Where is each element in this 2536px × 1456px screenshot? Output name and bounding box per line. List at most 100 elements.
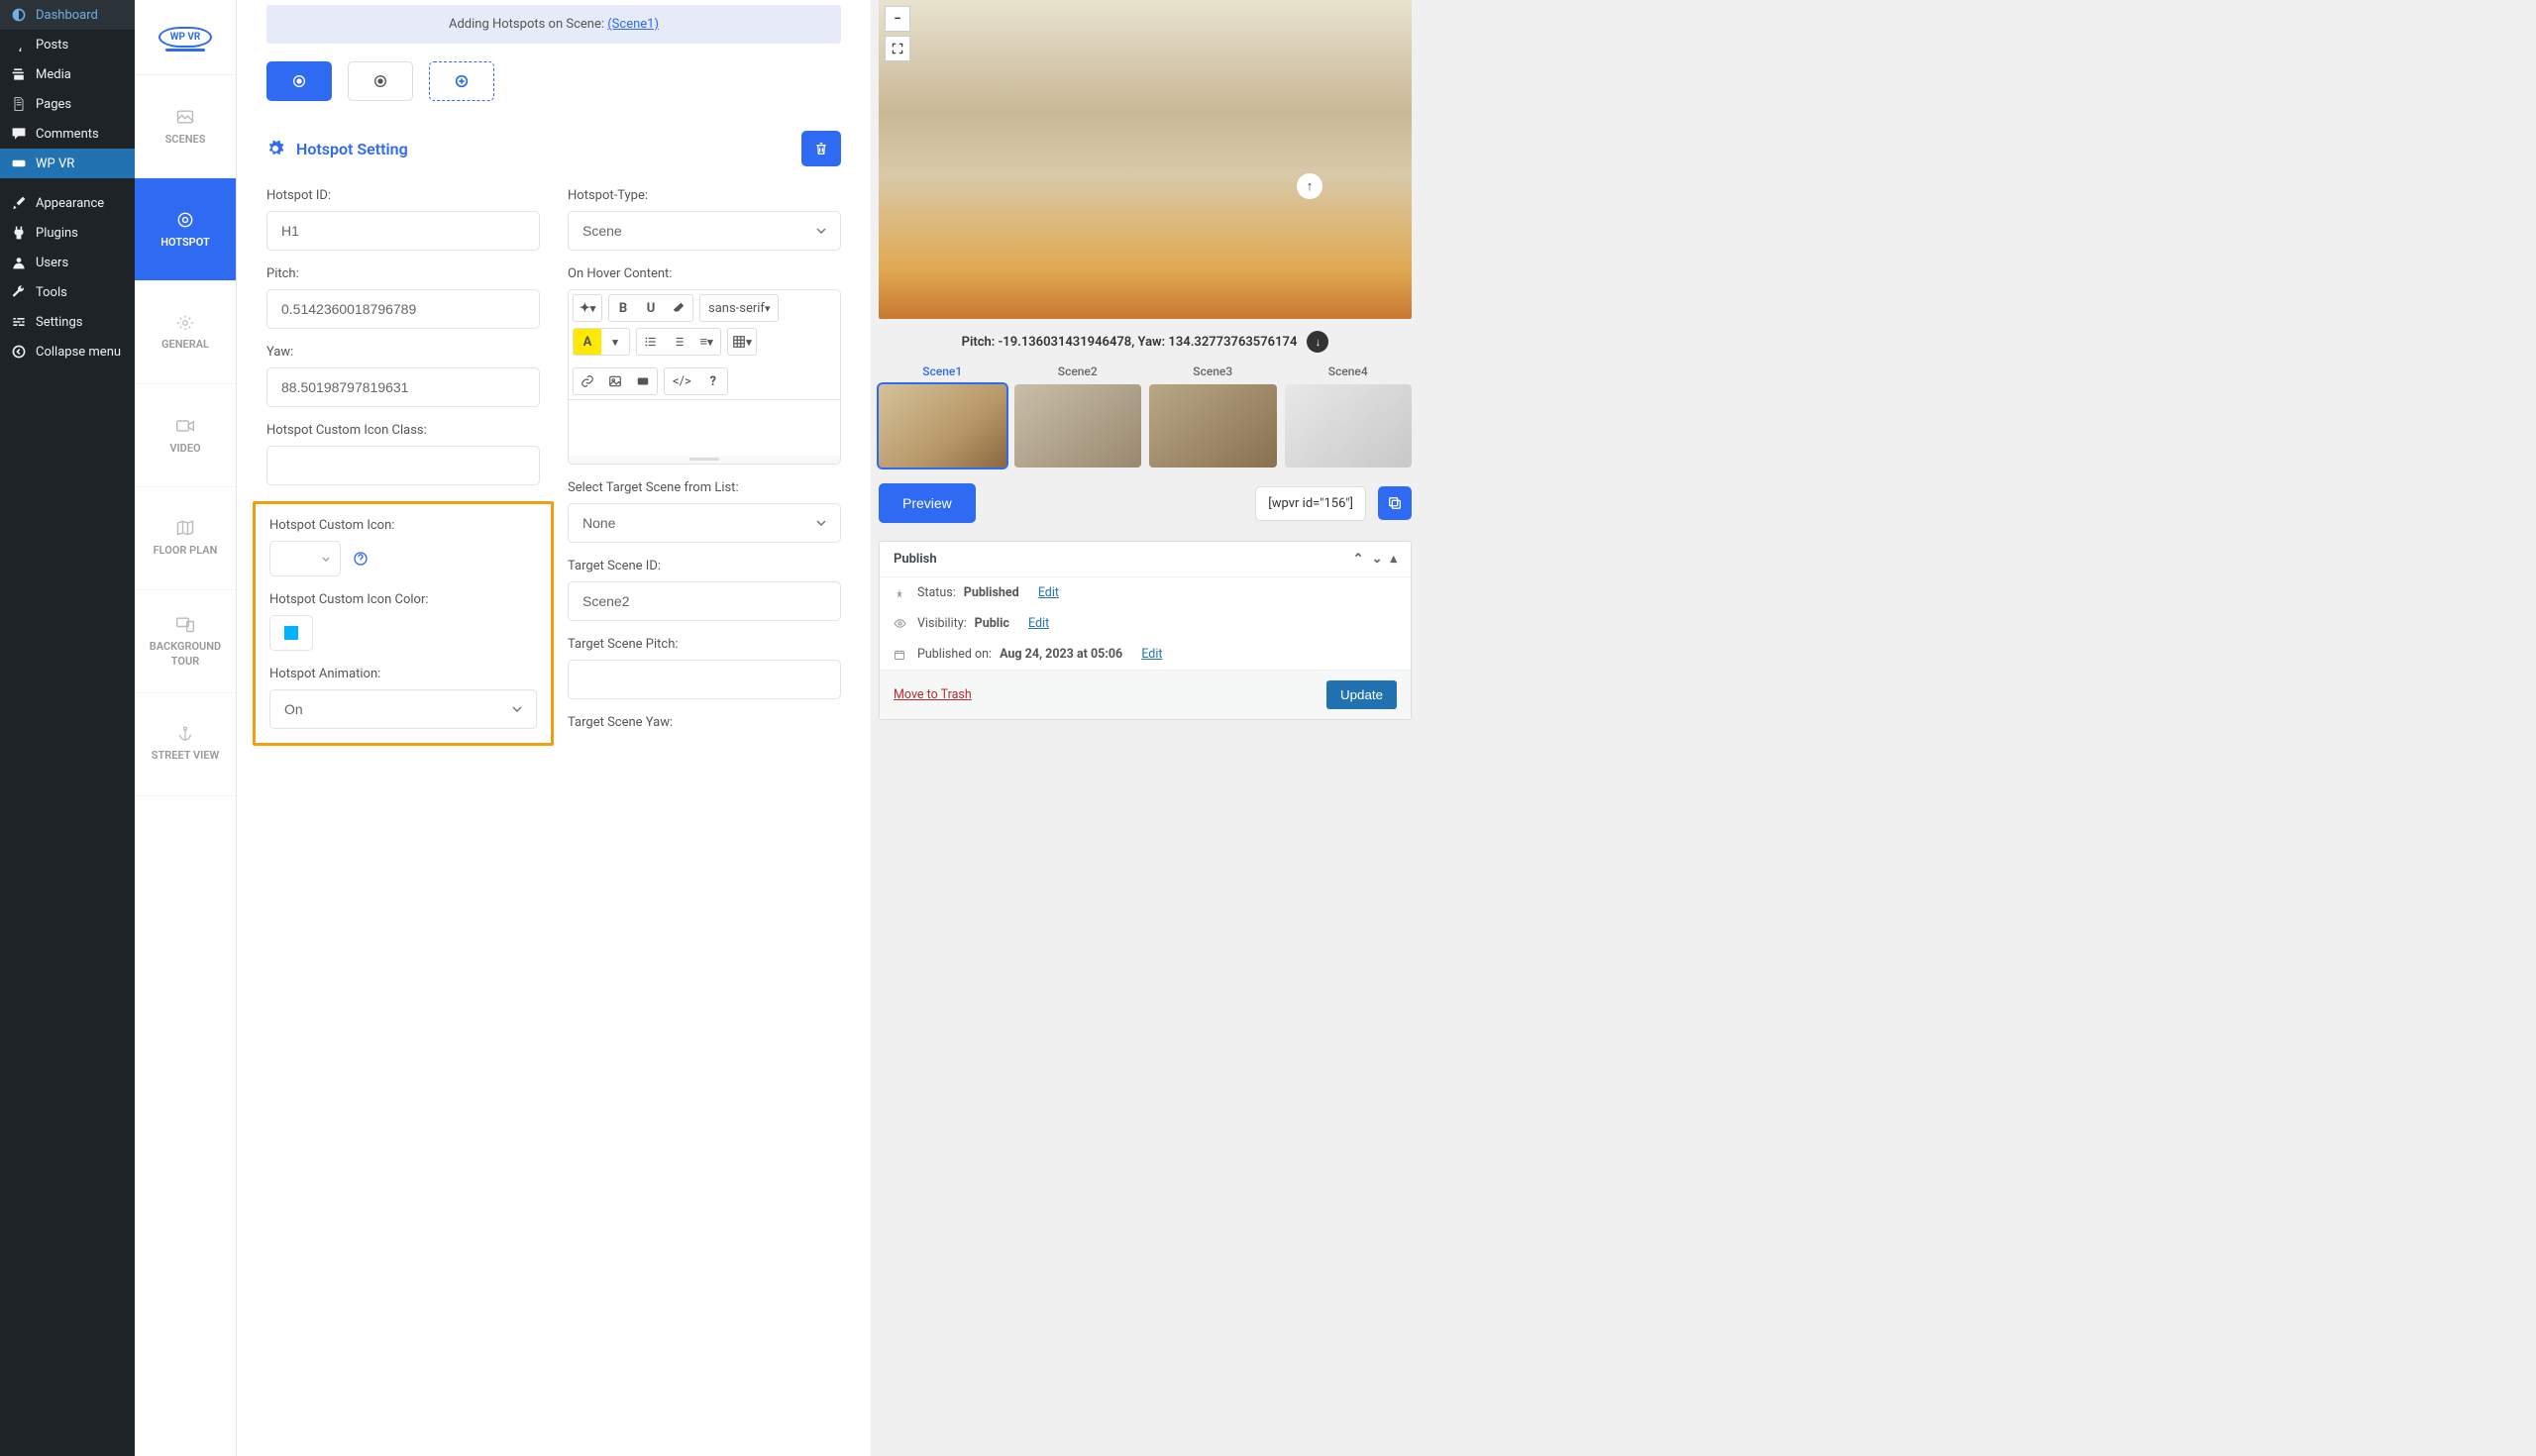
field-target-list: Select Target Scene from List: None bbox=[568, 480, 841, 543]
media-icon bbox=[10, 66, 28, 82]
calendar-icon bbox=[894, 649, 909, 661]
delete-hotspot-button[interactable] bbox=[801, 131, 841, 166]
adding-hotspots-banner: Adding Hotspots on Scene: (Scene1) bbox=[266, 5, 841, 44]
scene-coords: Pitch: -19.136031431946478, Yaw: 134.327… bbox=[879, 319, 1412, 364]
menu-settings[interactable]: Settings bbox=[0, 307, 135, 337]
field-hover-content: On Hover Content: ✦▾ BU sans-serif ▾ A▾ … bbox=[568, 266, 841, 465]
menu-tools[interactable]: Tools bbox=[0, 277, 135, 307]
edit-visibility-link[interactable]: Edit bbox=[1028, 616, 1049, 631]
field-yaw: Yaw: bbox=[266, 345, 540, 407]
menu-collapse[interactable]: Collapse menu bbox=[0, 337, 135, 366]
rte-video-button[interactable] bbox=[629, 368, 657, 394]
pin-icon bbox=[10, 37, 28, 52]
comment-icon bbox=[10, 126, 28, 142]
scene-thumbnails: Scene1 Scene2 Scene3 Scene4 bbox=[879, 364, 1412, 468]
panel-up-icon[interactable]: ⌃ bbox=[1353, 552, 1364, 567]
rte-color-caret[interactable]: ▾ bbox=[601, 329, 629, 355]
field-target-id: Target Scene ID: bbox=[568, 559, 841, 621]
scene-thumb-4[interactable]: Scene4 bbox=[1285, 364, 1413, 468]
rte-image-button[interactable] bbox=[601, 368, 629, 394]
custom-icon-dropdown[interactable] bbox=[269, 541, 341, 576]
video-icon bbox=[175, 416, 195, 436]
plug-icon bbox=[10, 225, 28, 241]
vtab-video[interactable]: VIDEO bbox=[135, 384, 236, 487]
gear-icon bbox=[266, 140, 284, 157]
field-hotspot-id: Hotspot ID: bbox=[266, 188, 540, 251]
rte-underline-button[interactable]: U bbox=[637, 295, 665, 321]
vtab-bg-tour[interactable]: BACKGROUND TOUR bbox=[135, 590, 236, 693]
hotspot-id-input[interactable] bbox=[266, 211, 540, 251]
scene-thumb-3[interactable]: Scene3 bbox=[1149, 364, 1277, 468]
vtab-street-view[interactable]: STREET VIEW bbox=[135, 693, 236, 796]
move-to-trash-link[interactable]: Move to Trash bbox=[894, 687, 972, 702]
vtab-floor-plan[interactable]: FLOOR PLAN bbox=[135, 487, 236, 590]
scene-thumb-2[interactable]: Scene2 bbox=[1014, 364, 1142, 468]
publish-heading: Publish bbox=[894, 552, 937, 567]
field-animation: Hotspot Animation: On bbox=[269, 667, 537, 729]
anchor-icon bbox=[176, 725, 194, 743]
shortcode-display: [wpvr id="156"] bbox=[1255, 486, 1366, 521]
menu-posts[interactable]: Posts bbox=[0, 30, 135, 59]
target-scene-pitch-input[interactable] bbox=[568, 660, 841, 699]
hotspot-tab-2[interactable] bbox=[348, 61, 413, 101]
field-target-yaw: Target Scene Yaw: bbox=[568, 715, 841, 738]
hotspot-tab-add[interactable] bbox=[429, 61, 494, 101]
target-scene-list-select[interactable]: None bbox=[568, 503, 841, 543]
field-hotspot-type: Hotspot-Type: Scene bbox=[568, 188, 841, 251]
panel-toggle-icon[interactable]: ▴ bbox=[1390, 552, 1397, 567]
rte-body[interactable] bbox=[569, 400, 840, 456]
scene-preview[interactable]: − ↑ bbox=[879, 0, 1412, 319]
hotspot-tab-1[interactable] bbox=[266, 61, 332, 101]
target-scene-id-input[interactable] bbox=[568, 581, 841, 621]
rte-code-button[interactable]: </> bbox=[665, 368, 699, 394]
pitch-input[interactable] bbox=[266, 289, 540, 329]
rte-eraser-button[interactable] bbox=[665, 295, 692, 321]
preview-button[interactable]: Preview bbox=[879, 483, 976, 523]
fullscreen-button[interactable] bbox=[885, 36, 910, 61]
rte-wand-icon[interactable]: ✦▾ bbox=[574, 295, 601, 321]
scene-thumb-1[interactable]: Scene1 bbox=[879, 364, 1006, 468]
download-coords-button[interactable]: ↓ bbox=[1307, 331, 1328, 353]
vtab-hotspot[interactable]: HOTSPOT bbox=[135, 178, 236, 281]
menu-users[interactable]: Users bbox=[0, 248, 135, 277]
menu-wpvr[interactable]: WP VR bbox=[0, 149, 135, 178]
rte-align-button[interactable]: ≡▾ bbox=[692, 329, 720, 355]
vtab-general[interactable]: GENERAL bbox=[135, 281, 236, 384]
rte-help-button[interactable]: ? bbox=[699, 368, 727, 394]
vr-icon bbox=[10, 156, 28, 171]
vtab-scenes[interactable]: SCENES bbox=[135, 75, 236, 178]
rte-link-button[interactable] bbox=[574, 368, 601, 394]
copy-shortcode-button[interactable] bbox=[1378, 486, 1412, 520]
field-custom-icon: Hotspot Custom Icon: bbox=[269, 518, 537, 576]
menu-pages[interactable]: Pages bbox=[0, 89, 135, 119]
panel-down-icon[interactable]: ⌄ bbox=[1372, 552, 1383, 567]
edit-status-link[interactable]: Edit bbox=[1038, 585, 1059, 600]
rte-resize-handle[interactable] bbox=[569, 456, 840, 464]
field-target-pitch: Target Scene Pitch: bbox=[568, 637, 841, 699]
rte-ol-button[interactable] bbox=[665, 329, 692, 355]
rte-bold-button[interactable]: B bbox=[609, 295, 637, 321]
rte-ul-button[interactable] bbox=[637, 329, 665, 355]
animation-select[interactable]: On bbox=[269, 689, 537, 729]
user-icon bbox=[10, 255, 28, 270]
eye-icon bbox=[894, 617, 909, 630]
publish-box: Publish ⌃⌄▴ Status: Published Edit Visib… bbox=[879, 541, 1412, 720]
edit-date-link[interactable]: Edit bbox=[1141, 647, 1162, 662]
icon-class-input[interactable] bbox=[266, 446, 540, 485]
color-picker[interactable] bbox=[269, 615, 313, 651]
menu-comments[interactable]: Comments bbox=[0, 119, 135, 149]
rte-table-button[interactable]: ▾ bbox=[728, 329, 756, 355]
menu-media[interactable]: Media bbox=[0, 59, 135, 89]
yaw-input[interactable] bbox=[266, 367, 540, 407]
scene-hotspot-marker[interactable]: ↑ bbox=[1297, 173, 1322, 199]
menu-plugins[interactable]: Plugins bbox=[0, 218, 135, 248]
rte-color-button[interactable]: A bbox=[574, 329, 601, 355]
update-button[interactable]: Update bbox=[1326, 680, 1397, 709]
help-icon[interactable] bbox=[353, 551, 369, 567]
hotspot-type-select[interactable]: Scene bbox=[568, 211, 841, 251]
zoom-out-button[interactable]: − bbox=[885, 6, 910, 32]
scene-link[interactable]: (Scene1) bbox=[607, 17, 659, 32]
rte-font-select[interactable]: sans-serif ▾ bbox=[700, 295, 778, 321]
menu-dashboard[interactable]: Dashboard bbox=[0, 0, 135, 30]
menu-appearance[interactable]: Appearance bbox=[0, 188, 135, 218]
